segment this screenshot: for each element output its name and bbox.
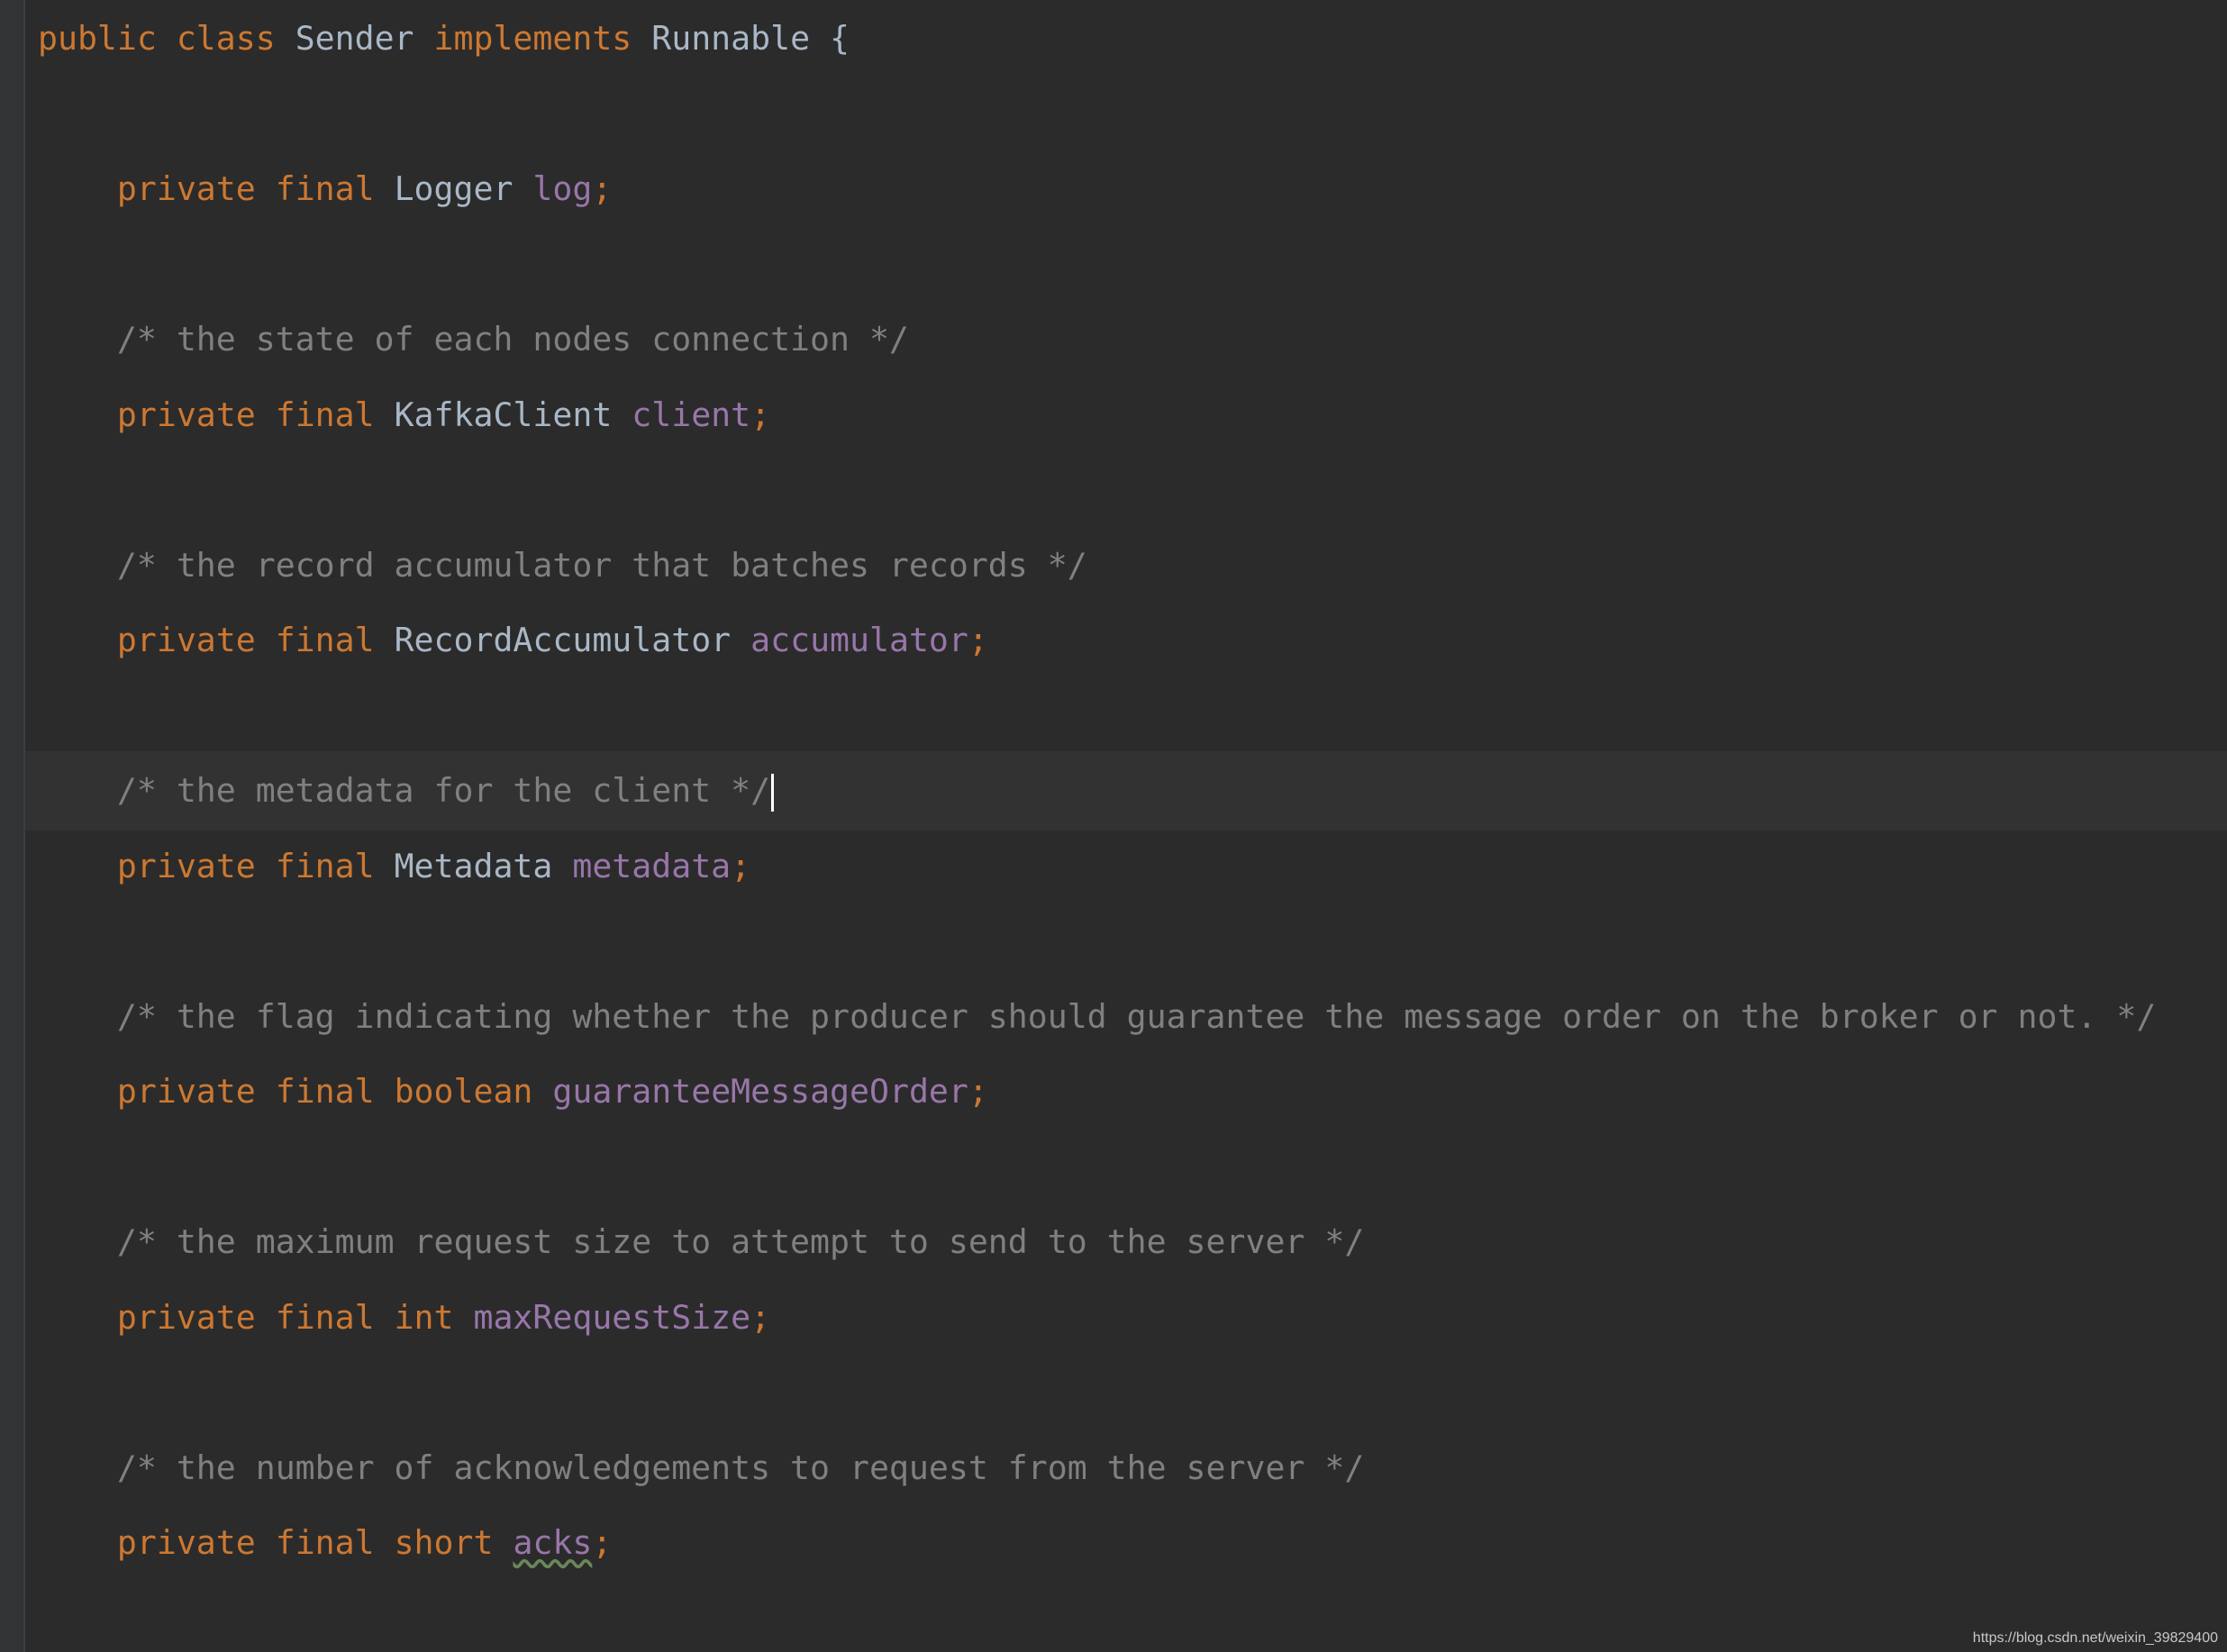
comment-token: /* the maximum request size to attempt t… <box>116 1222 1365 1261</box>
keyword-token: boolean <box>394 1072 553 1111</box>
comment-token: /* the number of acknowledgements to req… <box>116 1448 1365 1487</box>
semicolon-token: ; <box>750 395 771 434</box>
code-line-current[interactable]: /* the metadata for the client */ <box>25 751 2227 831</box>
keyword-token: final <box>275 1523 395 1562</box>
keyword-token: private <box>116 1523 276 1562</box>
watermark-url: https://blog.csdn.net/weixin_39829400 <box>1972 1630 2218 1646</box>
keyword-token: final <box>275 169 395 208</box>
code-lines[interactable]: public class Sender implements Runnable … <box>25 0 2227 1652</box>
editor-gutter[interactable] <box>0 0 25 1652</box>
keyword-token: private <box>116 395 276 434</box>
comment-token: /* the record accumulator that batches r… <box>116 545 1087 585</box>
comment-token: /* the state of each nodes connection */ <box>116 320 909 359</box>
code-editor[interactable]: public class Sender implements Runnable … <box>0 0 2227 1652</box>
semicolon-token: ; <box>968 1072 988 1111</box>
field-token: guaranteeMessageOrder <box>552 1072 968 1111</box>
semicolon-token: ; <box>968 621 988 659</box>
code-line[interactable]: private final KafkaClient client; <box>25 376 2227 455</box>
type-token: RecordAccumulator <box>394 621 751 659</box>
code-line[interactable] <box>25 225 2227 304</box>
semicolon-token: ; <box>592 169 613 208</box>
keyword-token: implements <box>433 19 652 58</box>
code-line[interactable]: /* the maximum request size to attempt t… <box>25 1203 2227 1282</box>
code-line[interactable] <box>25 902 2227 981</box>
code-line[interactable]: private final Logger log; <box>25 150 2227 229</box>
code-line[interactable]: private final RecordAccumulator accumula… <box>25 601 2227 680</box>
keyword-token: private <box>116 846 276 885</box>
code-line[interactable]: /* the record accumulator that batches r… <box>25 526 2227 605</box>
keyword-token: final <box>275 846 395 885</box>
field-token: client <box>632 395 751 434</box>
semicolon-token: ; <box>731 846 751 885</box>
keyword-token: int <box>394 1297 474 1337</box>
code-line[interactable]: /* the state of each nodes connection */ <box>25 300 2227 379</box>
code-line[interactable]: /* the flag indicating whether the produ… <box>25 977 2227 1057</box>
code-line-content: private final int maxRequestSize; <box>38 1278 770 1357</box>
code-line-content: /* the state of each nodes connection */ <box>38 300 909 379</box>
semicolon-token: ; <box>592 1523 613 1562</box>
field-token: accumulator <box>750 621 968 659</box>
code-line-content: private final boolean guaranteeMessageOr… <box>38 1052 988 1131</box>
keyword-token: private <box>116 1072 276 1111</box>
field-token: log <box>532 169 593 208</box>
keyword-token: private <box>116 1297 276 1337</box>
code-line[interactable] <box>25 1128 2227 1207</box>
comment-token: /* the flag indicating whether the produ… <box>116 996 2157 1036</box>
keyword-token: final <box>275 621 395 659</box>
code-line[interactable] <box>25 75 2227 154</box>
code-line[interactable]: private final int maxRequestSize; <box>25 1278 2227 1357</box>
code-line-content: /* the flag indicating whether the produ… <box>38 977 2156 1057</box>
keyword-token: private <box>116 169 276 208</box>
code-line[interactable] <box>25 1353 2227 1432</box>
code-line-content: /* the record accumulator that batches r… <box>38 526 1087 605</box>
code-line-content: private final Metadata metadata; <box>38 827 750 906</box>
type-token: Logger <box>394 169 533 208</box>
field-token: acks <box>513 1523 593 1562</box>
code-line-content: private final Logger log; <box>38 150 612 229</box>
code-line[interactable] <box>25 676 2227 756</box>
code-line[interactable] <box>25 450 2227 530</box>
comment-token: /* the metadata for the client */ <box>116 771 771 810</box>
type-token: Metadata <box>394 846 573 885</box>
code-line[interactable]: /* the number of acknowledgements to req… <box>25 1429 2227 1508</box>
code-line-content: private final short acks; <box>38 1503 612 1583</box>
keyword-token: final <box>275 395 395 434</box>
keyword-token: private <box>116 621 276 659</box>
code-line[interactable]: private final boolean guaranteeMessageOr… <box>25 1052 2227 1131</box>
code-line-content: private final KafkaClient client; <box>38 376 770 455</box>
keyword-token: public <box>38 19 177 58</box>
code-line[interactable]: public class Sender implements Runnable … <box>25 0 2227 78</box>
type-token: Runnable { <box>651 19 850 58</box>
code-line[interactable]: private final Metadata metadata; <box>25 827 2227 906</box>
field-token: metadata <box>572 846 732 885</box>
keyword-token: class <box>176 19 295 58</box>
type-token: Sender <box>295 19 434 58</box>
code-line-content: /* the maximum request size to attempt t… <box>38 1203 1364 1282</box>
keyword-token: short <box>394 1523 514 1562</box>
keyword-token: final <box>275 1072 395 1111</box>
code-line-content: private final RecordAccumulator accumula… <box>38 601 988 680</box>
type-token: KafkaClient <box>394 395 632 434</box>
code-line[interactable]: private final short acks; <box>25 1503 2227 1583</box>
code-line-content: /* the metadata for the client */ <box>38 751 775 831</box>
code-line-content: /* the number of acknowledgements to req… <box>38 1429 1364 1508</box>
code-line-content: public class Sender implements Runnable … <box>38 0 850 78</box>
semicolon-token: ; <box>750 1297 771 1337</box>
field-token: maxRequestSize <box>473 1297 751 1337</box>
text-caret <box>771 773 775 812</box>
keyword-token: final <box>275 1297 395 1337</box>
